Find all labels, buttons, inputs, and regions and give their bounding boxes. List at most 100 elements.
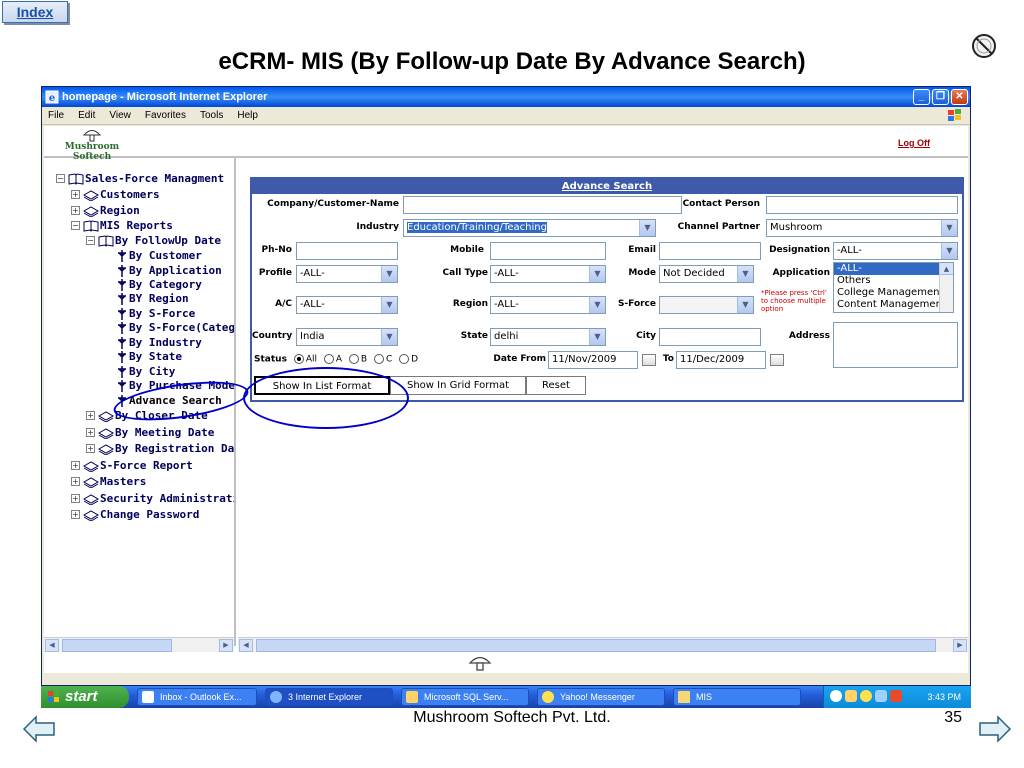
tray-monitor-icon[interactable]	[875, 690, 887, 702]
tree-item-sales-force[interactable]: − Sales-Force Managment	[56, 171, 224, 186]
menu-favorites[interactable]: Favorites	[145, 107, 186, 124]
tree-item-by-industry[interactable]: By Industry	[116, 335, 202, 350]
menu-edit[interactable]: Edit	[78, 107, 95, 124]
tray-network-icon[interactable]	[845, 690, 857, 702]
application-listbox[interactable]: -ALL- Others College Management Content …	[833, 262, 954, 313]
clock[interactable]: 3:43 PM	[927, 692, 961, 702]
email-input[interactable]	[659, 242, 761, 260]
menu-tools[interactable]: Tools	[200, 107, 223, 124]
tree-item-by-customer[interactable]: By Customer	[116, 248, 202, 263]
contact-person-input[interactable]	[766, 196, 958, 214]
index-link[interactable]: Index	[2, 1, 68, 23]
country-select[interactable]: India ▼	[296, 328, 398, 346]
tree-item-by-meeting-date[interactable]: + By Meeting Date	[86, 425, 214, 440]
scroll-left-icon[interactable]: ◀	[239, 639, 253, 652]
scroll-thumb[interactable]	[62, 639, 172, 652]
taskbar-item-yahoo-messenger[interactable]: Yahoo! Messenger	[537, 688, 665, 706]
status-radio-a[interactable]	[323, 354, 334, 364]
calendar-icon[interactable]	[770, 354, 784, 366]
expand-icon[interactable]: +	[71, 190, 80, 199]
scroll-right-icon[interactable]: ▶	[953, 639, 967, 652]
prohibited-icon[interactable]	[971, 33, 997, 59]
next-slide-icon[interactable]	[978, 712, 1012, 746]
tree-item-masters[interactable]: + Masters	[71, 474, 146, 489]
listbox-scrollbar[interactable]: ▲	[939, 263, 953, 312]
application-option[interactable]: Others	[834, 275, 953, 287]
state-select[interactable]: delhi ▼	[490, 328, 606, 346]
collapse-icon[interactable]: −	[86, 236, 95, 245]
mode-select[interactable]: Not Decided ▼	[659, 265, 754, 283]
logoff-link[interactable]: Log Off	[898, 138, 930, 148]
tree-item-by-application[interactable]: By Application	[116, 263, 222, 278]
sforce-select[interactable]: ▼	[659, 296, 754, 314]
window-titlebar[interactable]: e homepage - Microsoft Internet Explorer…	[42, 87, 970, 107]
tree-item-by-sforce-category[interactable]: By S-Force(Category)	[116, 320, 234, 335]
scroll-left-icon[interactable]: ◀	[45, 639, 59, 652]
menu-file[interactable]: File	[48, 107, 64, 124]
expand-icon[interactable]: +	[86, 411, 95, 420]
tree-item-customers[interactable]: + Customers	[71, 187, 160, 202]
status-radio-b[interactable]	[348, 354, 359, 364]
city-input[interactable]	[659, 328, 761, 346]
taskbar-item-internet-explorer[interactable]: 3 Internet Explorer	[265, 688, 393, 706]
menu-help[interactable]: Help	[237, 107, 258, 124]
close-button[interactable]: ✕	[951, 89, 968, 105]
expand-icon[interactable]: +	[71, 494, 80, 503]
tray-security-icon[interactable]	[890, 690, 902, 702]
tree-item-change-password[interactable]: + Change Password	[71, 507, 199, 522]
tree-item-by-purchase-mode[interactable]: By Purchase Mode	[116, 378, 234, 393]
application-option[interactable]: College Management	[834, 287, 953, 299]
status-radio-c[interactable]	[373, 354, 384, 364]
tree-item-by-closer-date[interactable]: + By Closer Date	[86, 408, 208, 423]
taskbar-item-outlook[interactable]: Inbox - Outlook Ex...	[137, 688, 257, 706]
tree-item-region[interactable]: + Region	[71, 203, 140, 218]
date-to-input[interactable]: 11/Dec/2009	[676, 351, 766, 369]
status-radio-d[interactable]	[399, 354, 410, 364]
industry-select[interactable]: Education/Training/Teaching ▼	[403, 219, 656, 237]
restore-button[interactable]: ❐	[932, 89, 949, 105]
collapse-icon[interactable]: −	[71, 221, 80, 230]
address-textarea[interactable]	[833, 322, 958, 368]
phno-input[interactable]	[296, 242, 398, 260]
expand-icon[interactable]: +	[86, 428, 95, 437]
calendar-icon[interactable]	[642, 354, 656, 366]
expand-icon[interactable]: +	[71, 206, 80, 215]
taskbar-item-mis[interactable]: MIS	[673, 688, 801, 706]
company-input[interactable]	[403, 196, 682, 214]
application-option[interactable]: Content Management	[834, 299, 953, 311]
tree-item-by-category[interactable]: By Category	[116, 277, 202, 292]
taskbar-item-sql-server[interactable]: Microsoft SQL Serv...	[401, 688, 529, 706]
tree-item-by-state[interactable]: By State	[116, 349, 182, 364]
minimize-button[interactable]: _	[913, 89, 930, 105]
ac-select[interactable]: -ALL- ▼	[296, 296, 398, 314]
previous-slide-icon[interactable]	[22, 712, 56, 746]
show-list-format-button[interactable]: Show In List Format	[254, 376, 390, 395]
tree-item-by-region[interactable]: BY Region	[116, 291, 189, 306]
region-select[interactable]: -ALL- ▼	[490, 296, 606, 314]
tree-item-security-administration[interactable]: + Security Administration	[71, 491, 234, 506]
mobile-input[interactable]	[490, 242, 606, 260]
expand-icon[interactable]: +	[86, 444, 95, 453]
channel-partner-select[interactable]: Mushroom ▼	[766, 219, 958, 237]
scroll-right-icon[interactable]: ▶	[219, 639, 233, 652]
start-button[interactable]: start	[41, 686, 129, 708]
tree-item-by-followup-date[interactable]: − By FollowUp Date	[86, 233, 221, 248]
profile-select[interactable]: -ALL- ▼	[296, 265, 398, 283]
expand-icon[interactable]: +	[71, 461, 80, 470]
show-grid-format-button[interactable]: Show In Grid Format	[390, 376, 526, 395]
tree-item-by-sforce[interactable]: By S-Force	[116, 306, 195, 321]
application-option[interactable]: -ALL-	[834, 263, 953, 275]
tree-item-by-registration-date[interactable]: + By Registration Date	[86, 441, 234, 456]
scroll-thumb[interactable]	[256, 639, 936, 652]
collapse-icon[interactable]: −	[56, 174, 65, 183]
tree-item-by-city[interactable]: By City	[116, 364, 175, 379]
expand-icon[interactable]: +	[71, 510, 80, 519]
designation-select[interactable]: -ALL- ▼	[833, 242, 958, 260]
expand-icon[interactable]: +	[71, 477, 80, 486]
tray-messenger-icon[interactable]	[860, 690, 872, 702]
tray-arrow-icon[interactable]	[830, 690, 842, 702]
tree-horizontal-scrollbar[interactable]: ◀ ▶	[44, 637, 234, 652]
tree-item-mis-reports[interactable]: − MIS Reports	[71, 218, 173, 233]
date-from-input[interactable]: 11/Nov/2009	[548, 351, 638, 369]
reset-button[interactable]: Reset	[526, 376, 586, 395]
